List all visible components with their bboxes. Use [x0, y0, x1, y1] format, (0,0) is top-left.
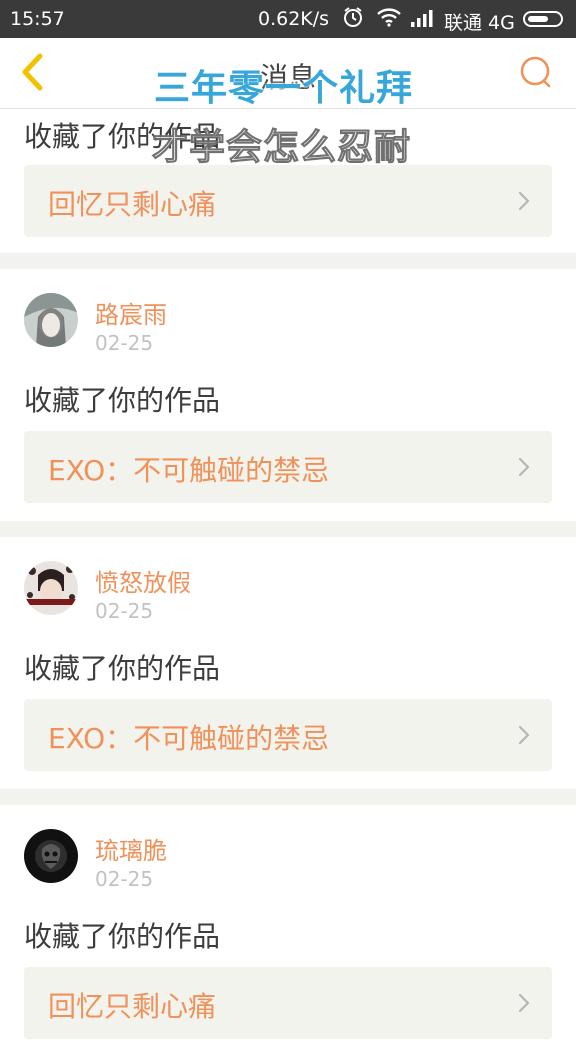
- avatar[interactable]: [24, 561, 78, 615]
- user-name[interactable]: 路宸雨: [95, 295, 167, 330]
- work-link[interactable]: 回忆只剩心痛: [24, 165, 552, 237]
- search-button[interactable]: [518, 54, 554, 90]
- chevron-right-icon: [518, 191, 530, 211]
- action-text: 收藏了你的作品: [24, 384, 221, 417]
- work-link[interactable]: EXO：不可触碰的禁忌: [24, 431, 552, 503]
- notification-date: 02-25: [95, 599, 154, 623]
- action-text: 收藏了你的作品: [24, 920, 221, 953]
- status-carrier: 联通 4G: [444, 12, 515, 34]
- work-title: 回忆只剩心痛: [48, 188, 217, 221]
- status-bar: 15:57 0.62K/s 联通 4G: [0, 0, 576, 38]
- battery-icon: [523, 11, 563, 27]
- avatar[interactable]: [24, 293, 78, 347]
- status-net-speed: 0.62K/s: [258, 8, 330, 30]
- signal-icon: [410, 8, 434, 33]
- list-item: 路宸雨 02-25 收藏了你的作品 EXO：不可触碰的禁忌: [0, 269, 576, 521]
- search-icon: [520, 56, 551, 88]
- status-time: 15:57: [10, 8, 65, 30]
- user-name[interactable]: 愤怒放假: [95, 563, 191, 598]
- chevron-right-icon: [518, 725, 530, 745]
- notification-date: 02-25: [95, 331, 154, 355]
- alarm-icon: [342, 6, 364, 33]
- list-item: 愤怒放假 02-25 收藏了你的作品 EXO：不可触碰的禁忌: [0, 537, 576, 789]
- work-title: EXO：不可触碰的禁忌: [48, 454, 330, 487]
- chevron-right-icon: [518, 457, 530, 477]
- user-name[interactable]: 琉璃脆: [95, 831, 167, 866]
- work-link[interactable]: 回忆只剩心痛: [24, 967, 552, 1039]
- lyric-overlay-line-2: 才学会怎么忍耐: [151, 127, 412, 169]
- action-text: 收藏了你的作品: [24, 652, 221, 685]
- wifi-icon: [376, 6, 402, 33]
- chevron-right-icon: [518, 993, 530, 1013]
- work-link[interactable]: EXO：不可触碰的禁忌: [24, 699, 552, 771]
- notification-date: 02-25: [95, 867, 154, 891]
- list-item: 琉璃脆 02-25 收藏了你的作品 回忆只剩心痛: [0, 805, 576, 1057]
- notification-list: 收藏了你的作品 回忆只剩心痛 路宸雨 02-25 收藏了你的作品 EXO：不可触…: [0, 109, 576, 1057]
- avatar[interactable]: [24, 829, 78, 883]
- lyric-overlay-line-1: 三年零一个礼拜: [154, 68, 414, 109]
- work-title: EXO：不可触碰的禁忌: [48, 722, 330, 755]
- work-title: 回忆只剩心痛: [48, 990, 217, 1023]
